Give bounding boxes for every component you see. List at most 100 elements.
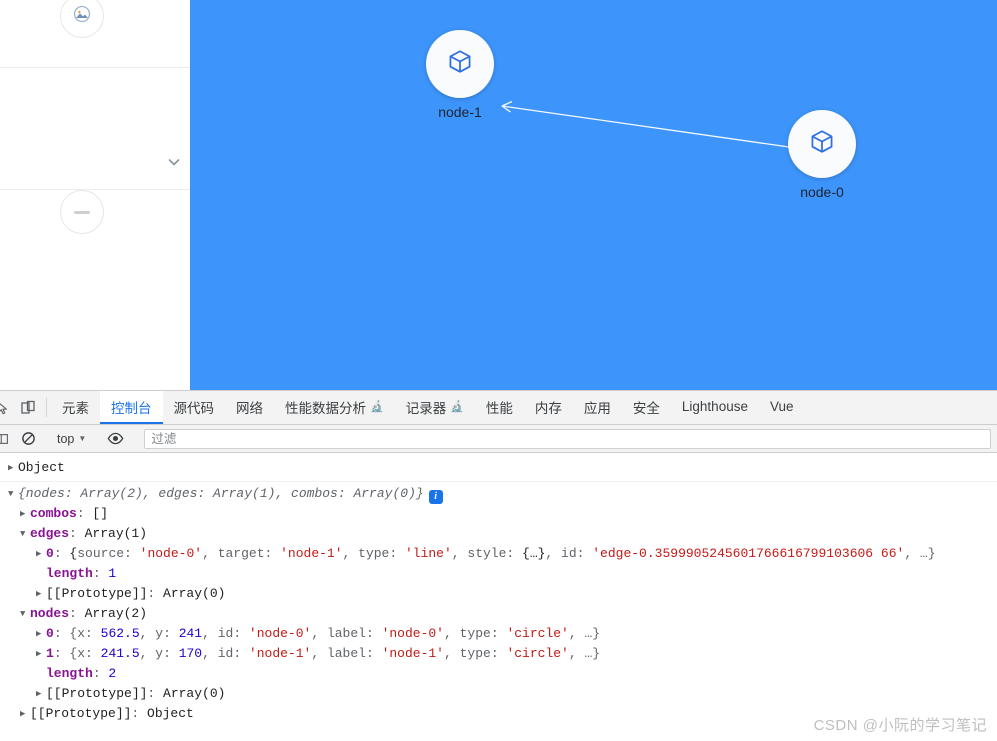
clear-console-icon[interactable] bbox=[14, 431, 42, 446]
tab-application[interactable]: 应用 bbox=[573, 391, 622, 424]
tab-vue[interactable]: Vue bbox=[759, 391, 805, 424]
property-value: Object bbox=[147, 706, 194, 721]
property-key: combos bbox=[30, 506, 77, 521]
live-expressions-eye-icon[interactable] bbox=[101, 430, 129, 447]
collapse-arrow-icon[interactable]: ▼ bbox=[8, 484, 18, 504]
expand-arrow-icon[interactable]: ▶ bbox=[36, 544, 46, 564]
execution-context-select[interactable]: top ▼ bbox=[51, 432, 92, 446]
graph-canvas[interactable]: node-1 node-0 bbox=[190, 0, 997, 390]
object-preview: {nodes: Array(2), edges: Array(1), combo… bbox=[18, 486, 424, 501]
tree-row-nodes-length: length: 2 bbox=[46, 666, 117, 681]
tab-label: 安全 bbox=[632, 400, 660, 416]
property-value: Array(0) bbox=[163, 686, 226, 701]
expand-arrow-icon[interactable]: ▶ bbox=[36, 684, 46, 704]
tree-row-edges[interactable]: ▼ edges: Array(1) bbox=[0, 524, 997, 544]
property-key: type bbox=[459, 646, 491, 661]
sidebar-section-middle bbox=[0, 68, 190, 234]
tab-elements[interactable]: 元素 bbox=[51, 391, 100, 424]
tab-label: 控制台 bbox=[111, 400, 152, 416]
property-value: Array(2) bbox=[84, 606, 148, 621]
tab-memory[interactable]: 内存 bbox=[524, 391, 573, 424]
property-key: source bbox=[77, 546, 125, 561]
property-key: type bbox=[358, 546, 390, 561]
tree-row-edges-0[interactable]: ▶ 0: {source: 'node-0', target: 'node-1',… bbox=[0, 544, 997, 564]
console-message-list[interactable]: ▶ Object ▼ {nodes: Array(2), edges: Array(… bbox=[0, 455, 997, 741]
console-message-preview[interactable]: ▼ {nodes: Array(2), edges: Array(1), comb… bbox=[0, 484, 997, 504]
property-value: Array(1) bbox=[84, 526, 148, 541]
image-placeholder-button[interactable] bbox=[60, 0, 104, 38]
property-key: label bbox=[326, 626, 366, 641]
inspect-element-icon[interactable] bbox=[0, 391, 14, 424]
preview-tail: , …} bbox=[568, 626, 601, 641]
tab-label: 应用 bbox=[583, 400, 611, 416]
property-key: type bbox=[459, 626, 491, 641]
tab-label: 记录器 bbox=[405, 400, 447, 416]
tab-label: Vue bbox=[769, 399, 794, 414]
tab-label: 性能数据分析 bbox=[285, 400, 366, 416]
property-value: 'edge-0.3599905245601766616799103606 66' bbox=[592, 546, 905, 561]
node-label: node-1 bbox=[438, 104, 482, 120]
chevron-down-icon[interactable] bbox=[166, 154, 182, 170]
property-key: y bbox=[155, 646, 164, 661]
property-key: id bbox=[217, 646, 234, 661]
property-key: [[Prototype]] bbox=[46, 686, 148, 701]
collapse-arrow-icon[interactable]: ▼ bbox=[20, 604, 30, 624]
property-value: {…} bbox=[522, 546, 546, 561]
property-value: 'circle' bbox=[506, 626, 569, 641]
tab-console[interactable]: 控制台 bbox=[100, 391, 163, 424]
collapse-arrow-icon[interactable]: ▼ bbox=[20, 524, 30, 544]
console-message-object[interactable]: ▶ Object bbox=[0, 455, 997, 482]
property-key: target bbox=[217, 546, 265, 561]
expand-arrow-icon[interactable]: ▶ bbox=[20, 704, 30, 724]
devtools-tabbar: 元素 控制台 源代码 网络 性能数据分析 🔬 记录器 🔬 性能 内存 应用 安全… bbox=[0, 391, 997, 425]
edge-line bbox=[501, 105, 797, 149]
property-value: 'line' bbox=[404, 546, 452, 561]
web-page-viewport: node-1 node-0 bbox=[0, 0, 997, 390]
tab-label: 性能 bbox=[485, 400, 513, 416]
device-toolbar-icon[interactable] bbox=[14, 391, 42, 424]
tab-performance-insights[interactable]: 性能数据分析 🔬 bbox=[274, 391, 395, 424]
tab-performance[interactable]: 性能 bbox=[475, 391, 524, 424]
tree-row-edges-prototype[interactable]: ▶ [[Prototype]]: Array(0) bbox=[0, 584, 997, 604]
tree-row-nodes-0[interactable]: ▶ 0: {x: 562.5, y: 241, id: 'node-0', lab… bbox=[0, 624, 997, 644]
cube-icon bbox=[808, 128, 836, 161]
filter-input[interactable] bbox=[144, 428, 991, 449]
graph-node-node-1[interactable]: node-1 bbox=[426, 30, 494, 120]
chevron-down-icon: ▼ bbox=[78, 434, 87, 443]
graph-node-node-0[interactable]: node-0 bbox=[788, 110, 856, 200]
property-key: length bbox=[46, 566, 93, 581]
experiment-flask-icon: 🔬 bbox=[370, 401, 384, 413]
info-badge-icon[interactable]: i bbox=[428, 490, 443, 504]
sidebar-toggle-icon[interactable] bbox=[0, 432, 14, 446]
console-toolbar: top ▼ bbox=[0, 425, 997, 453]
tab-recorder[interactable]: 记录器 🔬 bbox=[395, 391, 475, 424]
tree-row-nodes-prototype[interactable]: ▶ [[Prototype]]: Array(0) bbox=[0, 684, 997, 704]
expand-arrow-icon[interactable]: ▶ bbox=[8, 455, 18, 481]
tree-row-nodes-1[interactable]: ▶ 1: {x: 241.5, y: 170, id: 'node-1', lab… bbox=[0, 644, 997, 664]
experiment-flask-icon: 🔬 bbox=[450, 401, 464, 413]
property-key: edges bbox=[30, 526, 70, 541]
tree-row-combos[interactable]: ▶ combos: [] bbox=[0, 504, 997, 524]
tab-sources[interactable]: 源代码 bbox=[163, 391, 226, 424]
devtools-panel: 元素 控制台 源代码 网络 性能数据分析 🔬 记录器 🔬 性能 内存 应用 安全… bbox=[0, 390, 997, 741]
tab-label: 内存 bbox=[534, 400, 562, 416]
expand-arrow-icon[interactable]: ▶ bbox=[20, 504, 30, 524]
property-value: Array(0) bbox=[163, 586, 226, 601]
tab-lighthouse[interactable]: Lighthouse bbox=[671, 391, 759, 424]
tab-network[interactable]: 网络 bbox=[225, 391, 274, 424]
array-index: 0 bbox=[46, 546, 54, 561]
tab-security[interactable]: 安全 bbox=[622, 391, 671, 424]
collapse-minus-button[interactable] bbox=[60, 190, 104, 234]
tree-row-nodes[interactable]: ▼ nodes: Array(2) bbox=[0, 604, 997, 624]
object-label: Object bbox=[18, 460, 65, 475]
cube-icon bbox=[446, 48, 474, 81]
expand-arrow-icon[interactable]: ▶ bbox=[36, 644, 46, 664]
sidebar-section-top bbox=[0, 0, 190, 68]
property-key: style bbox=[467, 546, 507, 561]
expand-arrow-icon[interactable]: ▶ bbox=[36, 624, 46, 644]
node-label: node-0 bbox=[800, 184, 844, 200]
property-key: label bbox=[326, 646, 366, 661]
expand-arrow-icon[interactable]: ▶ bbox=[36, 584, 46, 604]
minus-icon bbox=[74, 210, 90, 214]
graph-edges-layer bbox=[501, 100, 797, 149]
